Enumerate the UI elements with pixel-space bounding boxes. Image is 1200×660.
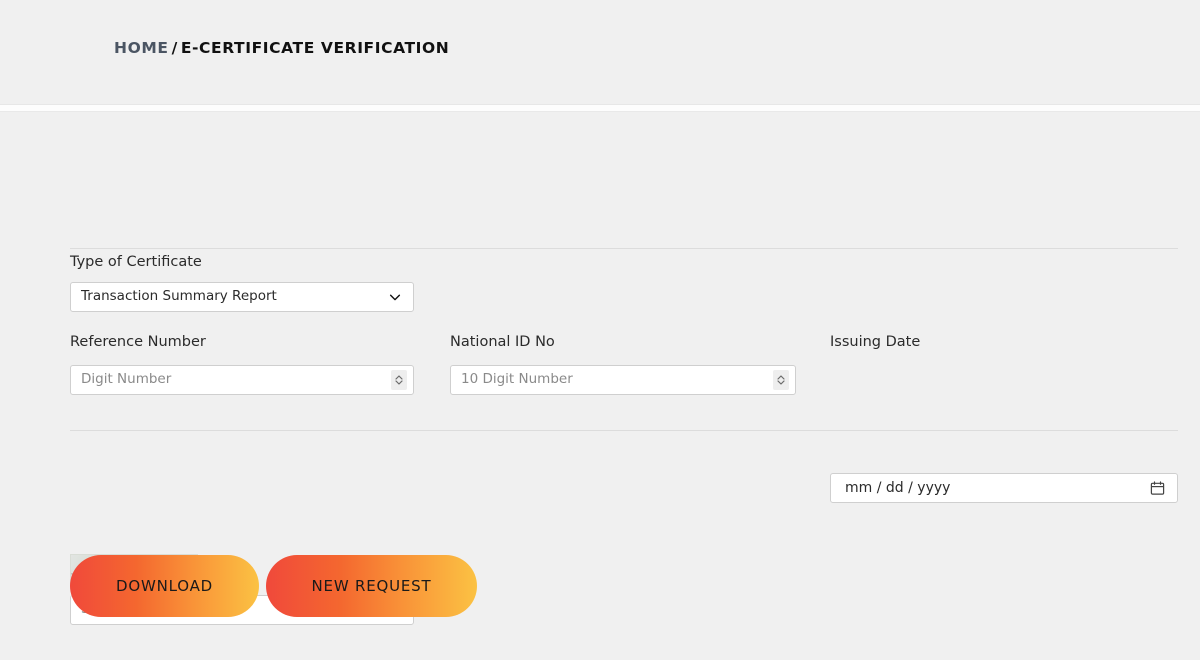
breadcrumb: HOME / E-CERTIFICATE VERIFICATION [114, 39, 449, 57]
national-id-stepper[interactable] [773, 370, 789, 390]
reference-number-placeholder: Digit Number [81, 371, 172, 388]
reference-number-label: Reference Number [70, 334, 206, 350]
form-top-divider [70, 248, 1178, 249]
page-header: HOME / E-CERTIFICATE VERIFICATION [0, 0, 1200, 104]
reference-number-input[interactable]: Digit Number [70, 365, 414, 395]
reference-number-stepper[interactable] [391, 370, 407, 390]
issuing-date-input[interactable]: mm / dd / yyyy [830, 473, 1178, 503]
national-id-placeholder: 10 Digit Number [461, 371, 573, 388]
certificate-type-label: Type of Certificate [70, 254, 202, 270]
breadcrumb-current-page: E-CERTIFICATE VERIFICATION [180, 39, 450, 57]
certificate-type-select[interactable]: Transaction Summary Report [70, 282, 414, 312]
breadcrumb-home-link[interactable]: HOME [114, 39, 169, 57]
issuing-date-label: Issuing Date [830, 334, 921, 350]
issuing-date-placeholder: mm / dd / yyyy [845, 480, 951, 496]
main-content: Type of Certificate Transaction Summary … [0, 112, 1200, 660]
breadcrumb-separator: / [171, 39, 178, 57]
stepper-chevrons-icon [777, 375, 785, 385]
certificate-type-value: Transaction Summary Report [81, 288, 277, 305]
form-bottom-divider [70, 430, 1178, 431]
chevron-down-icon [389, 294, 401, 301]
national-id-label: National ID No [450, 334, 555, 350]
header-divider [0, 104, 1200, 112]
new-request-button[interactable]: NEW REQUEST [266, 555, 477, 617]
national-id-input[interactable]: 10 Digit Number [450, 365, 796, 395]
download-button[interactable]: DOWNLOAD [70, 555, 259, 617]
calendar-icon[interactable] [1150, 481, 1165, 496]
stepper-chevrons-icon [395, 375, 403, 385]
